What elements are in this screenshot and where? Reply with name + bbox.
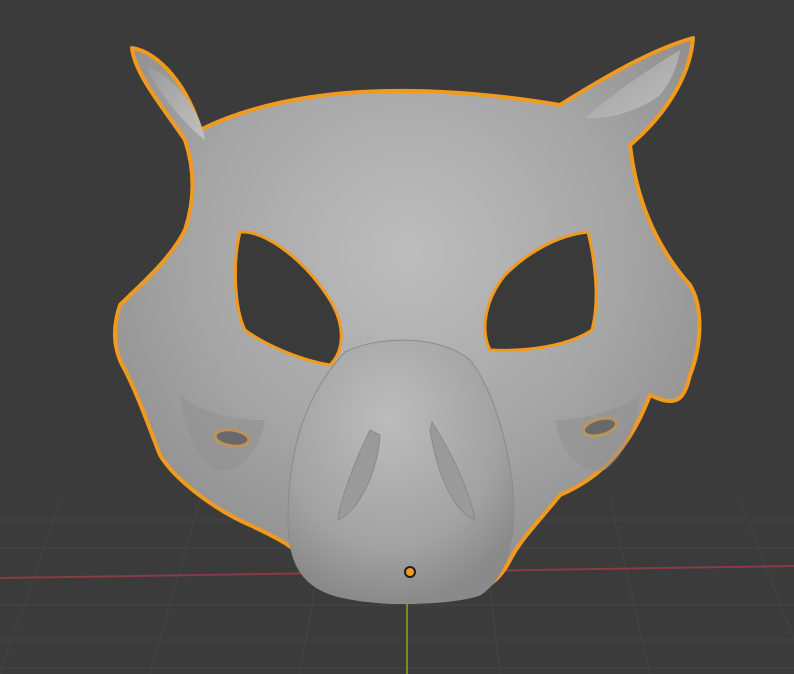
3d-viewport[interactable] — [0, 0, 794, 674]
mask-object[interactable] — [113, 36, 702, 605]
object-origin-marker[interactable] — [404, 566, 416, 578]
viewport-canvas[interactable] — [0, 0, 794, 674]
